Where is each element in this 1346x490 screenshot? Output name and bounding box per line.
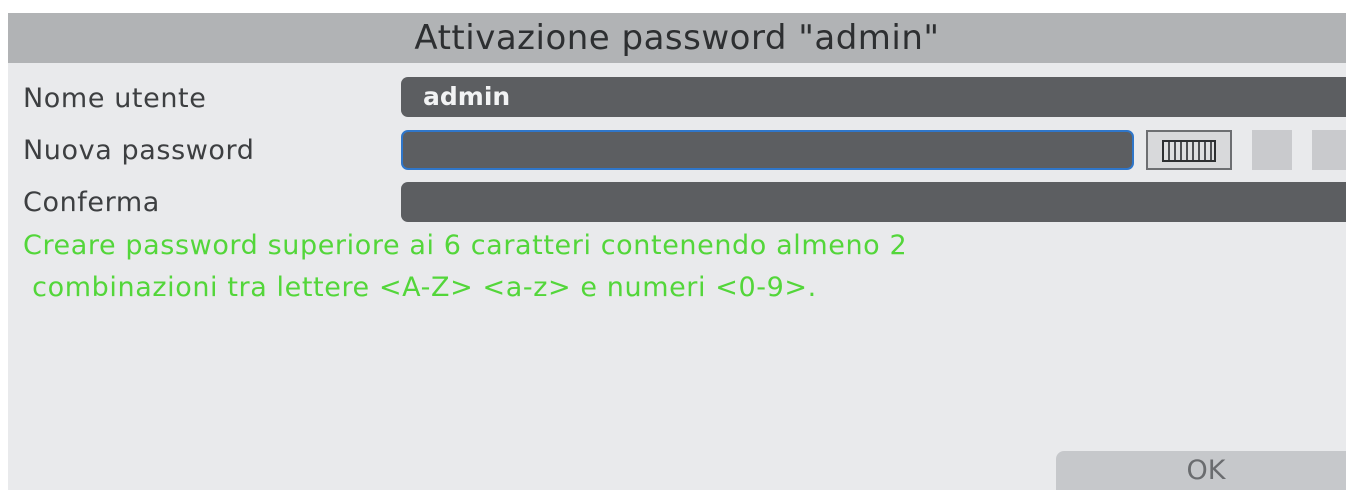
hint-line-1: Creare password superiore ai 6 caratteri… [23, 230, 908, 261]
password-activation-dialog: Attivazione password "admin" Nome utente… [8, 13, 1346, 490]
hint-line-2: combinazioni tra lettere <A-Z> <a-z> e n… [23, 272, 817, 303]
virtual-keyboard-button[interactable] [1146, 130, 1232, 170]
confirm-label: Conferma [23, 187, 160, 218]
username-label: Nome utente [23, 83, 207, 114]
ok-button[interactable]: OK [1056, 451, 1346, 490]
keyboard-icon [1162, 140, 1216, 162]
password-hint: Creare password superiore ai 6 caratteri… [23, 225, 1323, 309]
confirm-password-field[interactable] [401, 182, 1346, 222]
option-tile[interactable] [1252, 130, 1292, 170]
dialog-title: Attivazione password "admin" [8, 13, 1346, 63]
option-tile[interactable] [1312, 130, 1346, 170]
new-password-field[interactable] [401, 130, 1134, 170]
new-password-label: Nuova password [23, 135, 255, 166]
username-field[interactable]: admin [401, 77, 1346, 117]
